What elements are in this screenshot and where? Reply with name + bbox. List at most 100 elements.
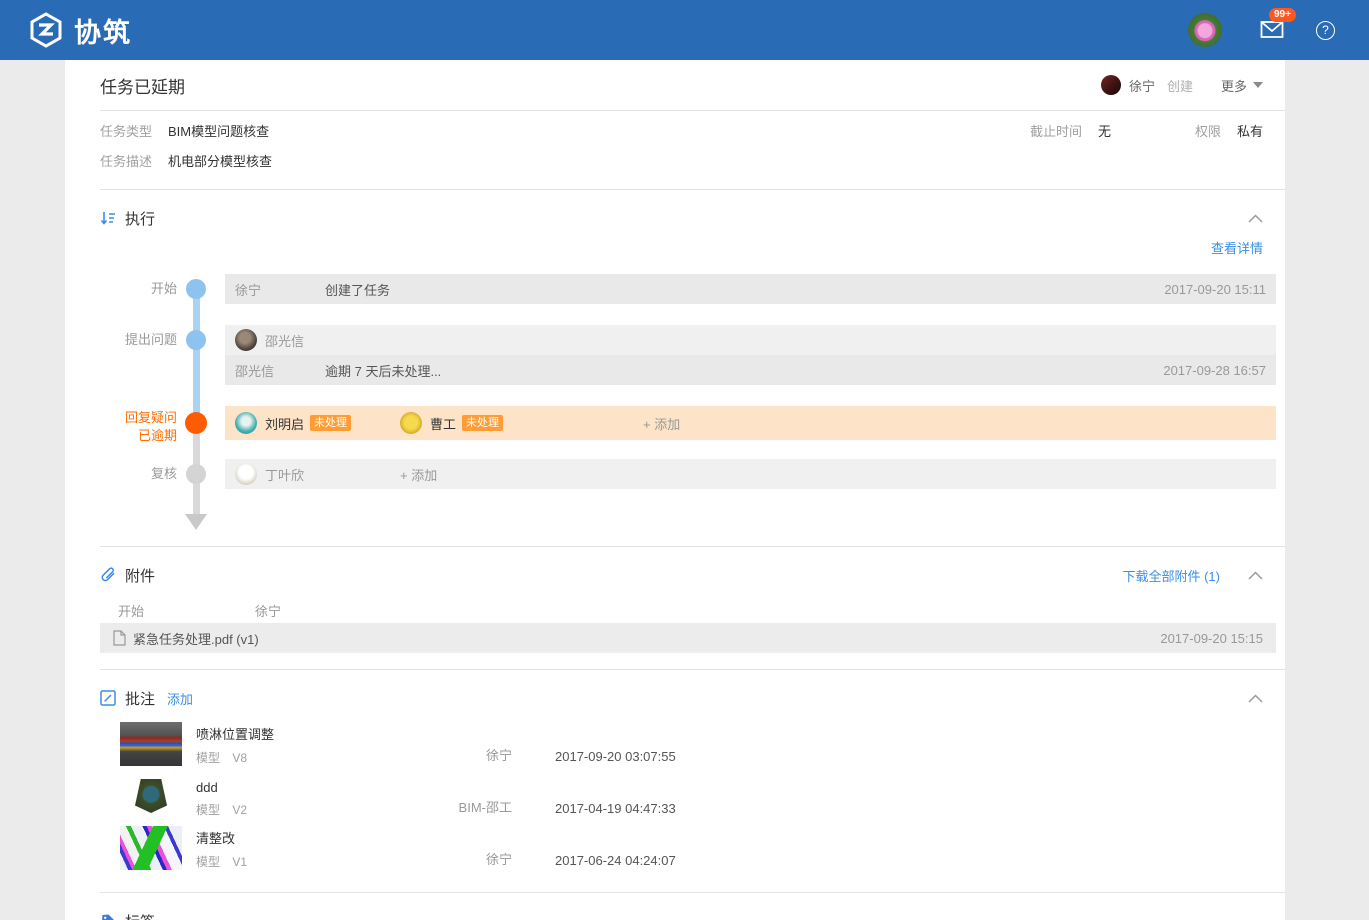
timeline-row: 徐宁 创建了任务 2017-09-20 15:11 [225, 274, 1276, 304]
row-timestamp: 2017-09-28 16:57 [1163, 363, 1266, 378]
attachments-section: 附件 下载全部附件 (1) 开始 徐宁 紧急任务处理.pdf (v1) 2017… [65, 547, 1285, 669]
chevron-up-icon [1248, 571, 1263, 580]
app-logo[interactable]: 协筑 [28, 11, 132, 50]
stage-raise-issue-dot [186, 330, 206, 350]
stage-start: 开始 徐宁 创建了任务 2017-09-20 15:11 [65, 274, 1276, 304]
logo-text: 协筑 [74, 11, 132, 50]
top-navigation-bar: 协筑 99+ ? [0, 0, 1369, 60]
annotation-thumbnail[interactable] [120, 826, 182, 870]
chevron-up-icon [1248, 694, 1263, 703]
chevron-up-icon [1248, 214, 1263, 223]
task-title-row: 任务已延期 徐宁 创建 更多 [65, 60, 1285, 110]
task-type-label: 任务类型 [100, 117, 152, 147]
annotation-item[interactable]: 喷淋位置调整 模型 V8 徐宁 2017-09-20 03:07:55 [120, 722, 1285, 766]
notifications-button[interactable]: 99+ [1260, 19, 1286, 41]
stage-overdue-line2: 已逾期 [138, 428, 177, 443]
stage-review: 复核 丁叶欣 + 添加 [65, 459, 1276, 489]
execution-timeline: 开始 徐宁 创建了任务 2017-09-20 15:11 提出问题 邵光信 邵光… [65, 274, 1285, 546]
annotation-timestamp: 2017-09-20 03:07:55 [555, 749, 705, 766]
row-actor: 徐宁 [235, 280, 325, 299]
row-timestamp: 2017-09-20 15:11 [1164, 282, 1266, 297]
annotation-title: 清整改 [196, 828, 424, 847]
user-avatar[interactable] [1188, 13, 1222, 47]
execution-section: 执行 查看详情 开始 徐宁 创建了任务 2017-09-20 15:11 [65, 190, 1285, 546]
annotation-item[interactable]: ddd 模型 V2 BIM-邵工 2017-04-19 04:47:33 [120, 774, 1285, 818]
assignee-item[interactable]: 丁叶欣 [235, 463, 400, 485]
row-action: 创建了任务 [325, 280, 390, 299]
annotation-title: ddd [196, 780, 424, 795]
attachments-title: 附件 [125, 565, 155, 586]
attachment-stage: 开始 [118, 601, 255, 620]
stage-reply-question-label: 回复疑问 已逾期 [65, 409, 177, 445]
add-assignee-button[interactable]: + 添加 [400, 465, 437, 484]
sort-execution-icon [100, 211, 116, 226]
annotation-type: 模型 [196, 803, 220, 817]
collapse-execution-button[interactable] [1248, 214, 1263, 223]
logo-hexagon-icon [28, 12, 64, 48]
timeline-row: 邵光信 [225, 325, 1276, 355]
permission-value: 私有 [1237, 117, 1263, 147]
stage-review-label: 复核 [65, 465, 177, 483]
annotation-title: 喷淋位置调整 [196, 724, 424, 743]
paperclip-icon [100, 567, 116, 584]
attachment-group-row: 开始 徐宁 [100, 597, 1276, 623]
row-action: 逾期 7 天后未处理... [325, 361, 441, 380]
status-badge: 未处理 [310, 415, 351, 431]
collapse-attachments-button[interactable] [1248, 571, 1263, 580]
task-desc-label: 任务描述 [100, 147, 152, 177]
assignee-avatar [235, 463, 257, 485]
annotations-title: 批注 [125, 688, 155, 709]
stage-raise-issue-label: 提出问题 [65, 331, 177, 349]
stage-reply-question: 回复疑问 已逾期 刘明启 未处理 曹工 未处理 + 添加 [65, 406, 1276, 440]
stage-label-line1: 回复疑问 [125, 410, 177, 425]
assignee-avatar [235, 412, 257, 434]
tag-icon [100, 913, 116, 920]
row-actor: 邵光信 [235, 361, 325, 380]
assignee-name: 刘明启 [265, 414, 304, 433]
deadline-value: 无 [1098, 117, 1111, 147]
pdf-file-icon [113, 630, 126, 646]
creator-role-label: 创建 [1167, 76, 1193, 95]
assignee-name: 邵光信 [265, 331, 304, 350]
view-details-link[interactable]: 查看详情 [1211, 241, 1263, 256]
annotation-version: V2 [232, 803, 247, 817]
assignee-item[interactable]: 刘明启 未处理 [235, 412, 400, 434]
more-dropdown[interactable]: 更多 [1221, 76, 1263, 95]
annotation-thumbnail[interactable] [120, 774, 182, 818]
task-info-section: 任务类型 BIM模型问题核查 截止时间 无 权限 私有 任务描述 机电部分模型核… [65, 111, 1285, 189]
attachment-owner: 徐宁 [255, 601, 281, 620]
download-all-link[interactable]: 下载全部附件 (1) [1122, 566, 1220, 585]
annotation-version: V1 [232, 855, 247, 869]
annotation-list: 喷淋位置调整 模型 V8 徐宁 2017-09-20 03:07:55 ddd … [120, 722, 1285, 892]
attachment-file-row[interactable]: 紧急任务处理.pdf (v1) 2017-09-20 15:15 [100, 623, 1276, 653]
mail-icon [1260, 19, 1286, 41]
timeline-row: 丁叶欣 + 添加 [225, 459, 1276, 489]
tags-title: 标签 [125, 911, 155, 920]
annotation-thumbnail[interactable] [120, 722, 182, 766]
annotation-author: 徐宁 [424, 849, 512, 870]
notification-badge: 99+ [1269, 8, 1296, 22]
assignee-avatar [235, 329, 257, 351]
task-type-value: BIM模型问题核查 [168, 117, 269, 147]
timeline-row-overdue: 刘明启 未处理 曹工 未处理 + 添加 [225, 406, 1276, 440]
execution-title: 执行 [125, 208, 155, 229]
add-annotation-link[interactable]: 添加 [167, 689, 193, 708]
add-assignee-button[interactable]: + 添加 [643, 414, 680, 433]
help-button[interactable]: ? [1316, 21, 1335, 40]
collapse-annotations-button[interactable] [1248, 694, 1263, 703]
stage-start-dot [186, 279, 206, 299]
stage-review-dot [186, 464, 206, 484]
task-desc-value: 机电部分模型核查 [168, 147, 272, 177]
annotation-timestamp: 2017-04-19 04:47:33 [555, 801, 705, 818]
assignee-name: 丁叶欣 [265, 465, 304, 484]
chevron-down-icon [1253, 82, 1263, 88]
permission-label: 权限 [1195, 117, 1221, 147]
assignee-item[interactable]: 曹工 未处理 [400, 412, 565, 434]
annotation-type: 模型 [196, 751, 220, 765]
stage-reply-question-dot [185, 412, 207, 434]
page-title: 任务已延期 [100, 73, 185, 98]
annotation-item[interactable]: 清整改 模型 V1 徐宁 2017-06-24 04:24:07 [120, 826, 1285, 870]
annotation-author: BIM-邵工 [424, 797, 512, 818]
attachment-timestamp: 2017-09-20 15:15 [1160, 631, 1263, 646]
attachment-file-name[interactable]: 紧急任务处理.pdf (v1) [133, 629, 259, 648]
